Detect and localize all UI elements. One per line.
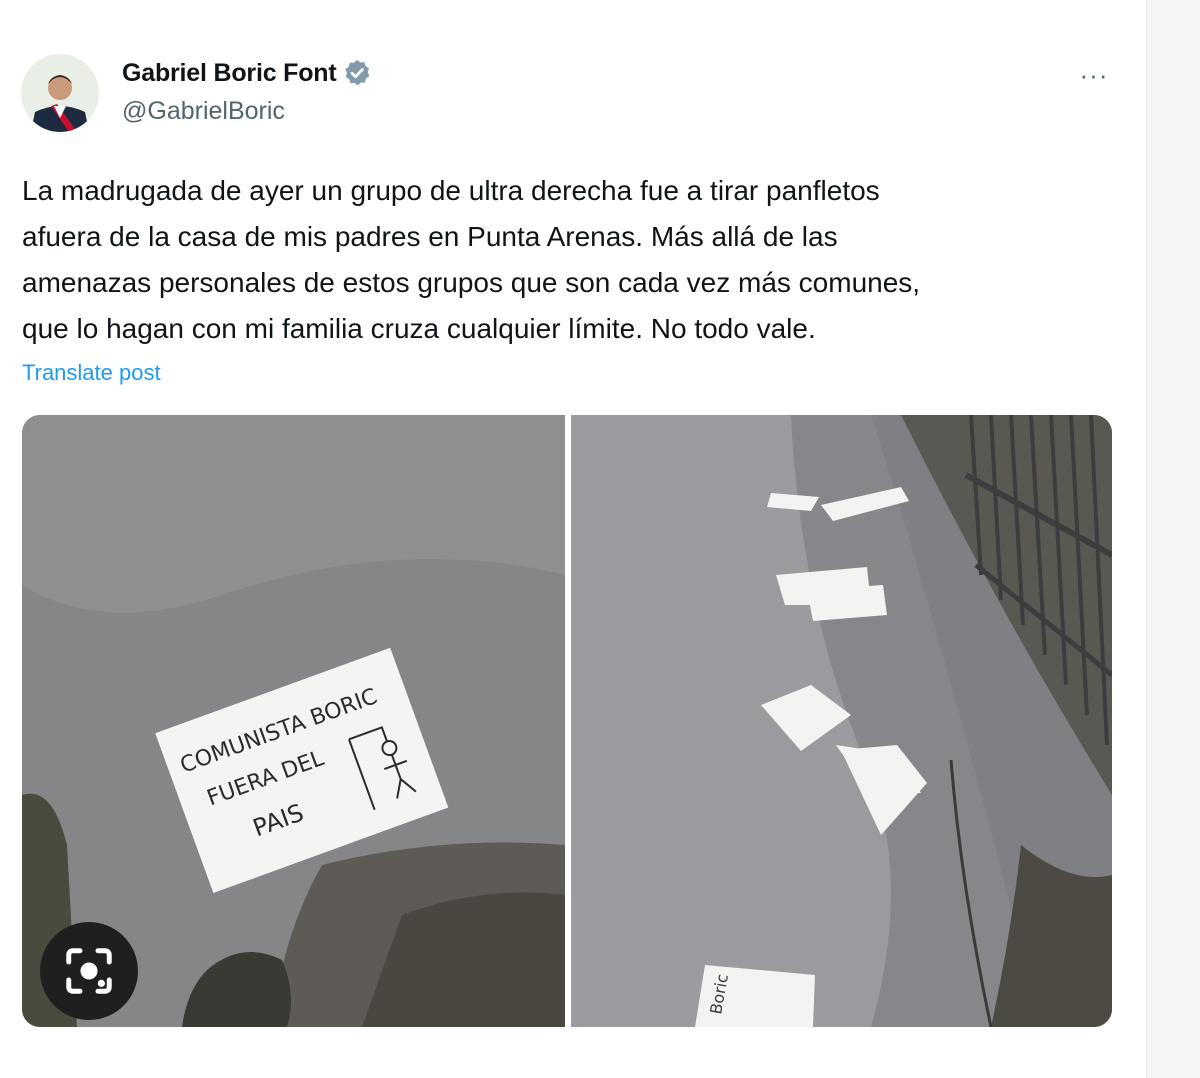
image-search-button[interactable] xyxy=(40,922,138,1020)
author-display-name[interactable]: Gabriel Boric Font xyxy=(122,59,337,88)
avatar-image xyxy=(21,54,99,132)
sidewalk-flyers-photo: Boric xyxy=(571,415,1112,1027)
verified-badge-icon[interactable] xyxy=(342,58,372,88)
media-photo-right[interactable]: Boric xyxy=(571,415,1112,1027)
post-text: La madrugada de ayer un grupo de ultra d… xyxy=(22,175,921,344)
author-name-row[interactable]: Gabriel Boric Font xyxy=(122,58,372,88)
avatar[interactable] xyxy=(21,54,99,132)
post-media[interactable]: COMUNISTA BORIC FUERA DEL PAIS Boric xyxy=(22,415,1112,1027)
author-handle[interactable]: @GabrielBoric xyxy=(122,97,285,126)
more-options-icon[interactable]: ··· xyxy=(1074,60,1114,90)
image-search-icon xyxy=(66,948,112,994)
side-panel-edge xyxy=(1146,0,1200,1078)
translate-post-link[interactable]: Translate post xyxy=(22,360,161,386)
